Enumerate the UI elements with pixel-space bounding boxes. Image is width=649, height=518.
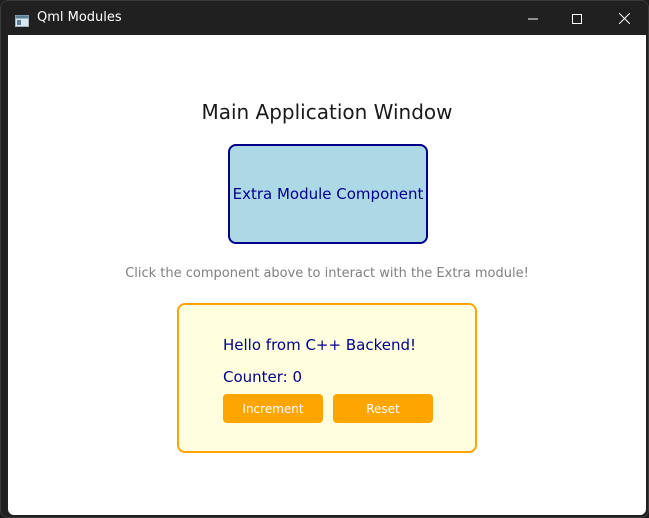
window-title: Qml Modules: [37, 10, 122, 25]
hint-text: Click the component above to interact wi…: [125, 266, 529, 281]
minimize-icon: [528, 9, 538, 28]
extra-module-component[interactable]: Extra Module Component: [228, 144, 428, 244]
close-button[interactable]: [601, 1, 647, 35]
increment-button[interactable]: Increment: [223, 394, 323, 423]
reset-button[interactable]: Reset: [333, 394, 433, 423]
close-icon: [618, 9, 630, 28]
counter-label: Counter: 0: [223, 368, 303, 386]
client-area: Main Application Window Extra Module Com…: [8, 35, 646, 515]
minimize-button[interactable]: [510, 1, 556, 35]
window-icon: [15, 12, 29, 27]
page-title: Main Application Window: [201, 100, 453, 124]
backend-greeting: Hello from C++ Backend!: [223, 336, 416, 354]
maximize-button[interactable]: [554, 1, 600, 35]
title-bar[interactable]: Qml Modules: [1, 1, 648, 35]
maximize-icon: [572, 9, 582, 28]
backend-panel: Hello from C++ Backend! Counter: 0 Incre…: [177, 303, 477, 453]
app-window: Qml Modules Main Application Window Extr…: [0, 0, 649, 518]
extra-module-label: Extra Module Component: [232, 185, 424, 203]
